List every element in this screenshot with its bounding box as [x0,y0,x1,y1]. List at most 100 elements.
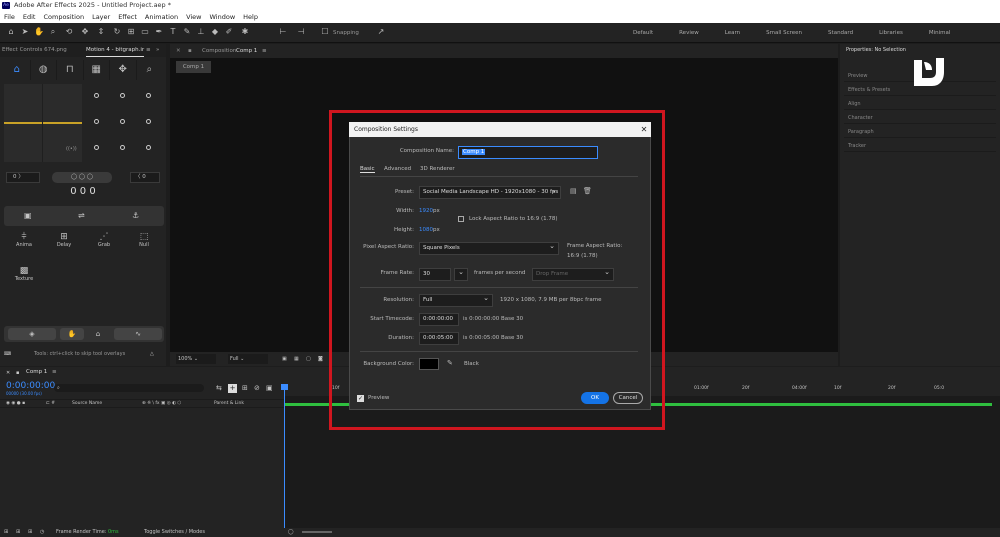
close-tab-icon[interactable]: ✕ [176,44,181,58]
tab-effect-controls[interactable]: Effect Controls 674.png [2,44,67,57]
menu-file[interactable]: File [4,11,15,23]
rotation-tool-icon[interactable]: ↻ [112,27,122,37]
anchor-dot[interactable] [94,145,99,150]
workspace-libraries[interactable]: Libraries [866,23,916,43]
anchor-dot[interactable] [94,93,99,98]
eraser-tool-icon[interactable]: ◆ [210,27,220,37]
align-center-icon[interactable]: ⊣ [296,27,306,37]
flowchart-icon[interactable]: ⊞ [28,528,32,537]
panel-align[interactable]: Align [844,98,996,110]
hand-tool-icon[interactable]: ✋ [34,27,44,37]
hand-button[interactable]: ✋ [60,328,84,340]
anchor-dot[interactable] [146,145,151,150]
drop-icon[interactable]: ◍ [31,60,57,80]
texture-button[interactable]: ▩ Texture [4,266,44,294]
camera-icon[interactable]: ◙ [318,352,323,366]
readout-right-field[interactable]: 〈 0 [130,172,160,183]
bell-button[interactable]: ⌂ [86,328,110,340]
close-tab-icon[interactable]: ✕ [6,370,10,376]
comp-navigator-tab[interactable]: Comp 1 [176,61,211,73]
zoom-select[interactable]: 100% ⌄ [176,354,216,364]
frame-blend-icon[interactable]: ⊘ [254,384,260,392]
home-icon[interactable]: ⌂ [4,60,31,80]
playhead-handle[interactable] [281,384,288,390]
panel-paragraph[interactable]: Paragraph [844,126,996,138]
easing-graph[interactable]: ((•)) [4,84,82,162]
render-time-icon[interactable]: ◷ [40,528,44,537]
puppet-tool-icon[interactable]: ✱ [240,27,250,37]
dolly-tool-icon[interactable]: ⇕ [96,27,106,37]
pan-tool-icon[interactable]: ✥ [80,27,90,37]
null-button[interactable]: ⬚ Null [124,232,164,260]
home-icon[interactable]: ⌂ [6,27,16,37]
workspace-learn[interactable]: Learn [712,23,753,43]
timeline-search-input[interactable]: ⌕ [54,384,204,392]
anchor-dot[interactable] [146,119,151,124]
pen-tool-icon[interactable]: ✒ [154,27,164,37]
scroll-icon[interactable]: ⇌ [78,211,85,220]
graph-editor-icon[interactable]: ▣ [266,384,273,392]
menu-window[interactable]: Window [210,11,236,23]
layers-toggle-icon[interactable]: ⊞ [16,528,20,537]
panel-menu-icon[interactable]: ≡ [52,369,57,375]
brush-tool-icon[interactable]: ✎ [182,27,192,37]
region-icon[interactable]: ▣ [282,352,287,366]
anchor-dot[interactable] [120,145,125,150]
anchor-dot[interactable] [120,119,125,124]
workspace-small-screen[interactable]: Small Screen [753,23,815,43]
grab-button[interactable]: ⋰ Grab [84,232,124,260]
composition-name[interactable]: Comp 1 [236,44,257,58]
panel-menu-icon[interactable]: ≡ [262,44,267,58]
type-tool-icon[interactable]: T [168,27,178,37]
shy-icon[interactable]: ⇆ [216,384,222,392]
playhead[interactable] [284,384,285,529]
mask-icon[interactable]: ▢ [306,352,311,366]
anchor-tool-icon[interactable]: ⊞ [126,27,136,37]
menu-animation[interactable]: Animation [145,11,178,23]
eye-button[interactable]: ◈ [8,328,56,340]
menu-composition[interactable]: Composition [43,11,84,23]
snapping-options-icon[interactable]: ↗ [376,27,386,37]
move-icon[interactable]: ✥ [110,60,137,80]
menu-effect[interactable]: Effect [118,11,137,23]
orbit-tool-icon[interactable]: ⟲ [64,27,74,37]
panel-tracker[interactable]: Tracker [844,140,996,152]
workspace-minimal[interactable]: Minimal [916,23,964,43]
layers-icon[interactable]: ▣ [24,211,32,220]
menu-layer[interactable]: Layer [92,11,110,23]
quality-select[interactable]: Full ⌄ [228,354,268,364]
workspace-default[interactable]: Default [620,23,666,43]
roto-brush-tool-icon[interactable]: ✐ [224,27,234,37]
anchor-dot[interactable] [146,93,151,98]
menu-view[interactable]: View [186,11,201,23]
panel-character[interactable]: Character [844,112,996,124]
selection-tool-icon[interactable]: ➤ [20,27,30,37]
snapping-checkbox[interactable]: ☐ [320,27,330,37]
column-source-name[interactable]: Source Name [72,400,102,408]
anchor-icon[interactable]: ⚓ [132,211,139,220]
readout-center-toggle[interactable]: ◯ ◯ ◯ [52,172,112,183]
close-panel-icon[interactable]: » [156,44,159,57]
render-icon[interactable]: ⊞ [4,528,8,537]
column-parent-link[interactable]: Parent & Link [214,400,244,408]
toggle-switches-modes[interactable]: Toggle Switches / Modes [144,528,205,537]
workspace-standard[interactable]: Standard [815,23,866,43]
tab-motion[interactable]: Motion 4 - bitgraph.ir [86,44,145,57]
zoom-out-icon[interactable]: ◯ [288,528,294,537]
curve-button[interactable]: ∿ [114,328,162,340]
search-icon[interactable]: ⌕ [137,60,163,80]
timeline-comp-tab[interactable]: Comp 1 [26,369,47,375]
motion-blur-icon[interactable]: ⊞ [242,384,248,392]
anchor-grid[interactable] [86,88,162,166]
lock-icon[interactable]: ▪ [16,370,19,376]
current-timecode[interactable]: 0:00:00:00 [6,381,55,391]
shape-tool-icon[interactable]: ▭ [140,27,150,37]
zoom-slider[interactable] [302,531,332,533]
panel-menu-icon[interactable]: ≡ [146,44,151,57]
menu-help[interactable]: Help [243,11,258,23]
align-left-icon[interactable]: ⊢ [278,27,288,37]
transparency-icon[interactable]: ▦ [294,352,299,366]
delay-button[interactable]: ⊞ Delay [44,232,84,260]
zoom-tool-icon[interactable]: ⌕ [48,27,58,37]
anima-button[interactable]: ⫩ Anima [4,232,44,260]
